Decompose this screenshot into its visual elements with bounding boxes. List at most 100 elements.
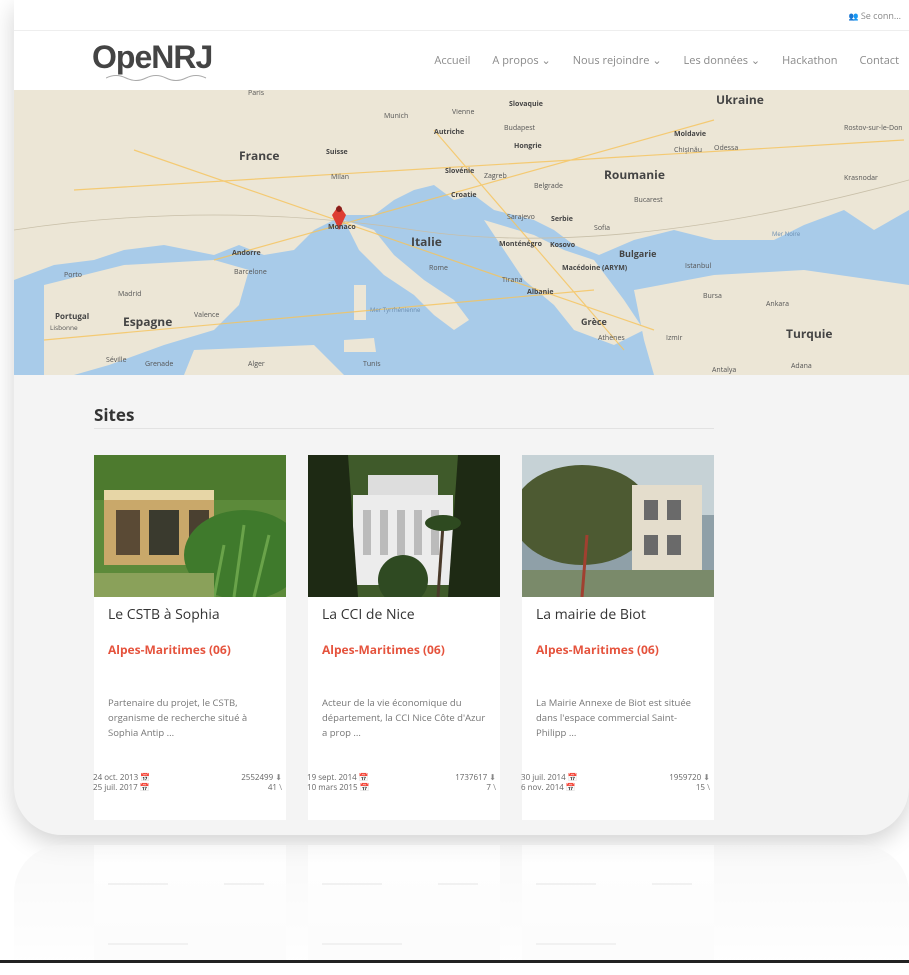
- map-label-6: Hongrie: [514, 142, 542, 151]
- map-label-16: Vienne: [452, 108, 474, 117]
- site-dept[interactable]: Alpes-Maritimes (06): [322, 641, 445, 658]
- map-label-27: Rome: [429, 264, 448, 273]
- site-title[interactable]: La mairie de Biot: [536, 605, 646, 624]
- reflection-card: [94, 845, 286, 963]
- nav-contact[interactable]: Contact: [859, 53, 899, 68]
- reflection-line: [322, 883, 382, 885]
- reflection-card: [308, 845, 500, 963]
- map-label-54: Tunis: [363, 360, 381, 369]
- site-photo-cci: [308, 455, 500, 597]
- site-dept[interactable]: Alpes-Maritimes (06): [108, 641, 231, 658]
- rss-icon: \: [493, 782, 496, 793]
- map-label-28: Monténégro: [499, 240, 543, 249]
- map-label-49: Espagne: [123, 313, 172, 330]
- nav-a-propos[interactable]: A propos ⌄: [492, 53, 550, 68]
- map-label-40: Izmir: [666, 334, 682, 343]
- map-label-12: Rostov-sur-le-Don: [844, 124, 903, 133]
- map-label-38: Grèce: [581, 315, 607, 328]
- map-canvas: Ukraine France Suisse Autriche Slovaquie…: [14, 90, 909, 375]
- map-label-1: France: [239, 147, 279, 164]
- site-feed-count: 7: [486, 782, 491, 793]
- map-label-7: Moldavie: [674, 130, 706, 139]
- site-desc: La Mairie Annexe de Biot est située dans…: [536, 696, 692, 739]
- connect-link[interactable]: 👥 Se conn...: [849, 9, 902, 22]
- site-date-updated: 10 mars 2015: [307, 782, 358, 793]
- map-label-23: Serbie: [551, 215, 573, 224]
- reflection-line: [652, 883, 692, 885]
- site-photo-cstb: [94, 455, 286, 597]
- reflection-line: [438, 883, 478, 885]
- map-label-21: Belgrade: [534, 182, 563, 191]
- site-dept[interactable]: Alpes-Maritimes (06): [536, 641, 659, 658]
- map-label-26: Italie: [411, 233, 442, 250]
- site-feed-count: 15: [695, 782, 705, 793]
- nav-accueil[interactable]: Accueil: [434, 53, 470, 68]
- map-label-47: Portugal: [55, 311, 89, 322]
- map-label-24: Sofia: [594, 224, 610, 233]
- map-label-31: Macédoine (ARYM): [562, 264, 628, 273]
- map-label-30: Bulgarie: [619, 247, 656, 260]
- nav-nous-rejoindre[interactable]: Nous rejoindre ⌄: [573, 53, 662, 68]
- rss-icon: \: [279, 782, 282, 793]
- map-label-53: Alger: [248, 360, 265, 369]
- site-meta: 24 oct. 2013 📅 2552499 ⬇ 25 juil. 2017 📅…: [93, 773, 282, 793]
- map-label-46: Madrid: [118, 290, 141, 299]
- navbar: OpeNRJ Accueil A propos ⌄ Nous rejoindre…: [14, 30, 909, 91]
- logo-decoration: [105, 73, 216, 81]
- calendar-icon: 📅: [139, 782, 150, 793]
- users-icon: 👥: [848, 11, 859, 22]
- map-label-25: Monaco: [328, 223, 356, 232]
- reflection-line: [108, 883, 168, 885]
- map-label-41: Antalya: [712, 366, 736, 375]
- reflection-line: [322, 943, 402, 945]
- site-title[interactable]: Le CSTB à Sophia: [108, 605, 220, 624]
- bottom-bar: [0, 960, 909, 963]
- map-label-0: Ukraine: [716, 91, 764, 108]
- map-label-22: Sarajevo: [507, 213, 535, 222]
- map-label-34: Istanbul: [685, 262, 712, 271]
- nav-hackathon[interactable]: Hackathon: [782, 53, 837, 68]
- reflection-line: [108, 943, 188, 945]
- site-feed-count: 41: [267, 782, 277, 793]
- site-download-count: 1737617: [455, 772, 488, 783]
- map-label-11: Bucarest: [634, 196, 663, 205]
- map-label-5: Budapest: [504, 124, 536, 133]
- nav-les-donnees[interactable]: Les données ⌄: [684, 53, 761, 68]
- calendar-icon: 📅: [359, 782, 370, 793]
- reflection-line: [224, 883, 264, 885]
- logo[interactable]: OpeNRJ: [92, 39, 213, 76]
- sites-heading: Sites: [94, 403, 135, 426]
- map-label-42: Adana: [791, 362, 812, 371]
- map-label-56: Mer Noire: [772, 230, 801, 238]
- site-date-updated: 6 nov. 2014: [521, 782, 564, 793]
- map-label-20: Croatie: [451, 191, 477, 200]
- sites-divider: [94, 428, 714, 429]
- map-label-19: Zagreb: [484, 172, 507, 181]
- site-desc: Acteur de la vie économique du départeme…: [322, 696, 486, 739]
- site-photo-biot: [522, 455, 714, 597]
- site-title[interactable]: La CCI de Nice: [322, 605, 415, 624]
- site-meta: 19 sept. 2014 📅 1737617 ⬇ 10 mars 2015 📅…: [307, 773, 496, 793]
- site-desc: Partenaire du projet, le CSTB, organisme…: [108, 696, 248, 739]
- map-label-32: Tirana: [502, 276, 523, 285]
- map-label-17: Milan: [331, 173, 349, 182]
- map-label-50: Valence: [194, 311, 219, 320]
- map-label-44: Barcelone: [234, 268, 267, 277]
- page-frame: 👥 Se conn... OpeNRJ Accueil A propos ⌄ N…: [14, 0, 909, 835]
- map-label-37: Turquie: [786, 325, 833, 342]
- main-nav: Accueil A propos ⌄ Nous rejoindre ⌄ Les …: [434, 53, 899, 68]
- map-label-3: Autriche: [434, 128, 464, 137]
- reflection-line: [536, 883, 596, 885]
- map-label-39: Athènes: [598, 334, 625, 343]
- map-label-4: Slovaquie: [509, 100, 543, 109]
- site-card-cstb[interactable]: Le CSTB à Sophia Alpes-Maritimes (06) Pa…: [93, 455, 286, 820]
- reflection: [14, 845, 909, 963]
- map-label-29: Kosovo: [550, 241, 576, 250]
- map[interactable]: Ukraine France Suisse Autriche Slovaquie…: [14, 90, 909, 375]
- map-label-35: Bursa: [703, 292, 722, 301]
- map-label-52: Grenade: [145, 360, 173, 369]
- top-strip: 👥 Se conn...: [14, 0, 909, 30]
- site-card-cci[interactable]: La CCI de Nice Alpes-Maritimes (06) Acte…: [307, 455, 500, 820]
- connect-label: Se conn...: [860, 9, 901, 22]
- site-card-biot[interactable]: La mairie de Biot Alpes-Maritimes (06) L…: [521, 455, 714, 820]
